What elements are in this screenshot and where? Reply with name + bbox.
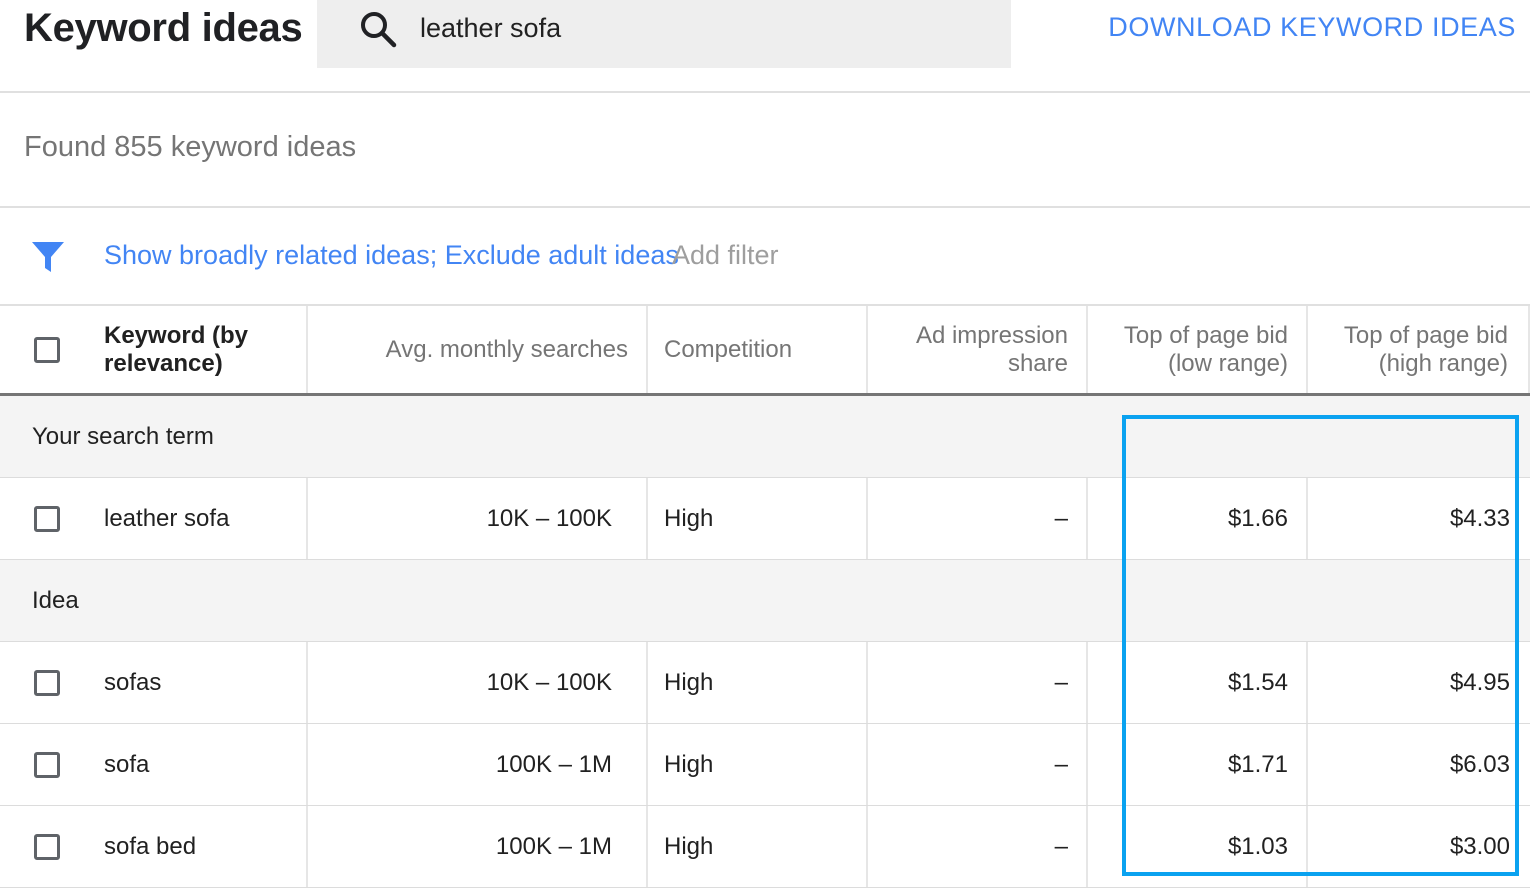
- download-keyword-ideas-button[interactable]: DOWNLOAD KEYWORD IDEAS: [1108, 12, 1516, 43]
- searches-cell: 100K – 1M: [308, 724, 648, 805]
- column-header-ad-impression-share[interactable]: Ad impression share: [868, 306, 1088, 393]
- impression-share-cell: –: [868, 642, 1088, 723]
- filter-icon[interactable]: [30, 239, 66, 275]
- row-checkbox[interactable]: [34, 669, 60, 696]
- add-filter-button[interactable]: Add filter: [672, 240, 779, 271]
- keyword-cell: sofas: [96, 642, 308, 723]
- group-label: Idea: [32, 586, 79, 614]
- column-header-avg-monthly-searches[interactable]: Avg. monthly searches: [308, 306, 648, 393]
- filter-bar: Show broadly related ideas; Exclude adul…: [0, 208, 1530, 306]
- row-checkbox[interactable]: [34, 751, 60, 778]
- select-all-checkbox[interactable]: [34, 336, 60, 363]
- table-row: sofas 10K – 100K High – $1.54 $4.95: [0, 642, 1530, 724]
- bid-high-cell: $3.00: [1449, 832, 1510, 860]
- group-row-idea: Idea: [0, 560, 1530, 642]
- page-header: Keyword ideas DOWNLOAD KEYWORD IDEAS: [0, 0, 1530, 93]
- table-row: sofa bed 100K – 1M High – $1.03 $3.00: [0, 806, 1530, 888]
- row-checkbox[interactable]: [34, 833, 60, 860]
- keyword-cell: leather sofa: [96, 478, 308, 559]
- row-select-cell: [0, 806, 96, 887]
- results-summary: Found 855 keyword ideas: [0, 93, 1530, 208]
- page-title: Keyword ideas: [24, 6, 303, 50]
- competition-cell: High: [648, 724, 868, 805]
- bid-high-cell: $6.03: [1449, 750, 1510, 778]
- bid-high-cell: $4.95: [1449, 668, 1510, 696]
- keyword-table: Keyword (by relevance) Avg. monthly sear…: [0, 306, 1530, 888]
- row-select-cell: [0, 642, 96, 723]
- impression-share-cell: –: [868, 806, 1088, 887]
- row-select-cell: [0, 478, 96, 559]
- select-all-cell: [0, 306, 96, 393]
- column-header-competition[interactable]: Competition: [648, 306, 868, 393]
- bid-low-cell: $1.71: [1088, 724, 1308, 805]
- searches-cell: 10K – 100K: [308, 642, 648, 723]
- column-header-keyword[interactable]: Keyword (by relevance): [96, 306, 308, 393]
- column-header-bid-low[interactable]: Top of page bid (low range): [1088, 306, 1308, 393]
- searches-cell: 100K – 1M: [308, 806, 648, 887]
- searches-cell: 10K – 100K: [308, 478, 648, 559]
- search-icon[interactable]: [358, 9, 398, 49]
- bid-low-cell: $1.54: [1088, 642, 1308, 723]
- table-header-row: Keyword (by relevance) Avg. monthly sear…: [0, 306, 1530, 396]
- bid-low-cell: $1.03: [1088, 806, 1308, 887]
- keyword-cell: sofa: [96, 724, 308, 805]
- results-count-text: Found 855 keyword ideas: [24, 131, 357, 163]
- group-label: Your search term: [32, 422, 214, 450]
- column-header-bid-high[interactable]: Top of page bid (high range): [1308, 306, 1530, 393]
- competition-cell: High: [648, 478, 868, 559]
- table-row: leather sofa 10K – 100K High – $1.66 $4.…: [0, 478, 1530, 560]
- bid-low-cell: $1.66: [1088, 478, 1308, 559]
- competition-cell: High: [648, 806, 868, 887]
- row-checkbox[interactable]: [34, 505, 60, 532]
- competition-cell: High: [648, 642, 868, 723]
- keyword-cell: sofa bed: [96, 806, 308, 887]
- group-row-search-term: Your search term: [0, 396, 1530, 478]
- impression-share-cell: –: [868, 724, 1088, 805]
- table-row: sofa 100K – 1M High – $1.71 $6.03: [0, 724, 1530, 806]
- search-input[interactable]: [420, 10, 980, 46]
- active-filters-link[interactable]: Show broadly related ideas; Exclude adul…: [104, 240, 679, 271]
- row-select-cell: [0, 724, 96, 805]
- impression-share-cell: –: [868, 478, 1088, 559]
- bid-high-cell: $4.33: [1449, 504, 1510, 532]
